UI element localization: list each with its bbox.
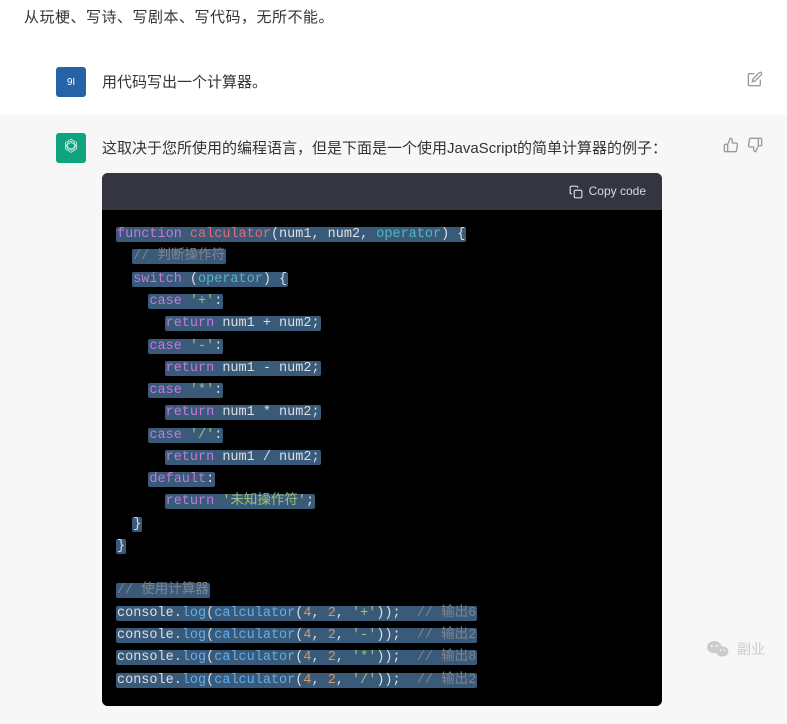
- wechat-watermark: 副业: [707, 638, 765, 660]
- code-body: function calculator(num1, num2, operator…: [102, 210, 662, 706]
- assistant-message-text: 这取决于您所使用的编程语言，但是下面是一个使用JavaScript的简单计算器的…: [102, 137, 707, 161]
- assistant-message-row: 这取决于您所使用的编程语言，但是下面是一个使用JavaScript的简单计算器的…: [0, 115, 787, 724]
- assistant-message-actions: [723, 133, 763, 153]
- code-block-header: Copy code: [102, 173, 662, 210]
- thumbs-down-icon[interactable]: [747, 137, 763, 153]
- copy-code-button[interactable]: Copy code: [569, 182, 646, 201]
- assistant-message-content: 这取决于您所使用的编程语言，但是下面是一个使用JavaScript的简单计算器的…: [102, 133, 707, 706]
- copy-code-label: Copy code: [589, 182, 646, 201]
- user-message-row: 9I 用代码写出一个计算器。: [0, 49, 787, 115]
- user-avatar: 9I: [56, 67, 86, 97]
- openai-logo-icon: [60, 137, 82, 159]
- watermark-text: 副业: [737, 639, 765, 659]
- user-message-text: 用代码写出一个计算器。: [102, 67, 731, 95]
- thumbs-up-icon[interactable]: [723, 137, 739, 153]
- code-block: Copy code function calculator(num1, num2…: [102, 173, 662, 706]
- wechat-icon: [707, 638, 729, 660]
- edit-icon[interactable]: [747, 71, 763, 87]
- chat-container: 9I 用代码写出一个计算器。 这取决于您所使用的编程语言，但是下面是一个使用Ja…: [0, 49, 787, 724]
- user-message-actions: [747, 67, 763, 87]
- assistant-avatar: [56, 133, 86, 163]
- intro-text: 从玩梗、写诗、写剧本、写代码，无所不能。: [0, 0, 787, 49]
- clipboard-icon: [569, 185, 583, 199]
